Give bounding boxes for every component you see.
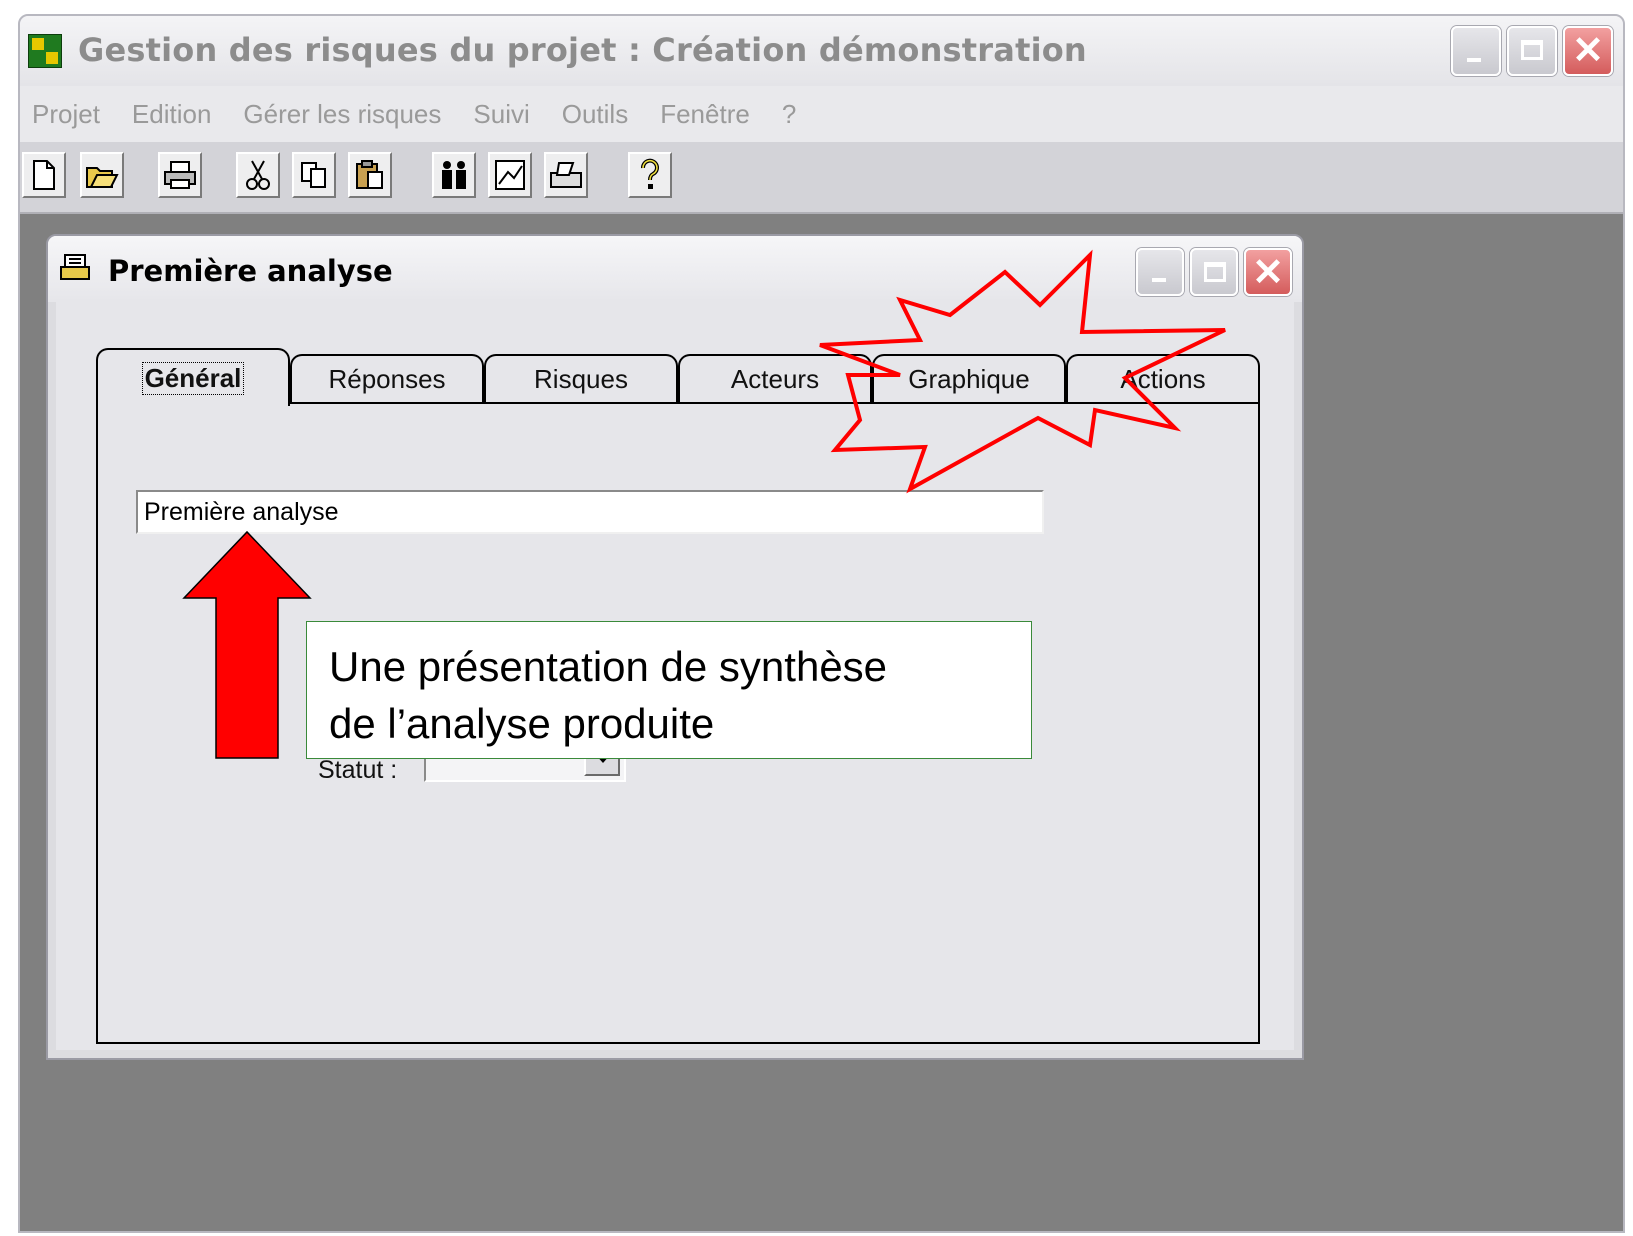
toolbar — [20, 142, 1623, 214]
chart-icon — [495, 160, 525, 190]
menu-projet[interactable]: Projet — [32, 99, 100, 130]
app-logo-icon — [28, 34, 62, 68]
menu-bar: Projet Edition Gérer les risques Suivi O… — [20, 86, 1623, 142]
menu-help[interactable]: ? — [782, 99, 796, 130]
actors-icon — [442, 161, 466, 189]
child-maximize-button[interactable] — [1190, 248, 1238, 296]
help-icon — [641, 158, 659, 189]
open-folder-icon — [86, 167, 119, 188]
paste-button[interactable] — [348, 152, 392, 198]
analysis-window-icon — [60, 254, 90, 280]
paste-icon — [356, 160, 383, 189]
report-button[interactable] — [544, 152, 588, 198]
cut-icon — [246, 160, 270, 190]
menu-fenetre[interactable]: Fenêtre — [660, 99, 750, 130]
actors-button[interactable] — [432, 152, 476, 198]
statut-label: Statut : — [318, 756, 398, 784]
close-icon: ✕ — [1252, 252, 1284, 294]
annotation-callout: Une présentation de synthèse de l’analys… — [306, 621, 1032, 759]
print-icon — [164, 161, 196, 189]
app-title-bar: Gestion des risques du projet : Création… — [20, 16, 1623, 86]
report-icon — [550, 162, 582, 188]
print-button[interactable] — [158, 152, 202, 198]
menu-suivi[interactable]: Suivi — [473, 99, 529, 130]
help-button[interactable] — [628, 152, 672, 198]
callout-line-1: Une présentation de synthèse — [329, 643, 888, 690]
new-file-button[interactable] — [22, 152, 66, 198]
maximize-button[interactable] — [1507, 26, 1557, 76]
minimize-icon — [1152, 278, 1166, 282]
copy-button[interactable] — [292, 152, 336, 198]
menu-outils[interactable]: Outils — [562, 99, 628, 130]
maximize-icon — [1521, 40, 1543, 60]
close-button[interactable]: ✕ — [1563, 26, 1613, 76]
tab-general[interactable]: Général — [96, 348, 290, 406]
tab-acteurs[interactable]: Acteurs — [678, 354, 872, 402]
app-title: Gestion des risques du projet : Création… — [78, 31, 1087, 69]
child-minimize-button[interactable] — [1136, 248, 1184, 296]
new-file-icon — [33, 160, 55, 190]
analysis-name-input[interactable] — [136, 490, 1044, 534]
minimize-button[interactable] — [1451, 26, 1501, 76]
tab-strip: Général Réponses Risques Acteurs Graphiq… — [96, 348, 1260, 406]
copy-icon — [301, 162, 326, 188]
menu-gerer-les-risques[interactable]: Gérer les risques — [243, 99, 441, 130]
callout-line-2: de l’analyse produite — [329, 700, 715, 747]
minimize-icon — [1467, 58, 1481, 62]
tab-risques[interactable]: Risques — [484, 354, 678, 402]
menu-edition[interactable]: Edition — [132, 99, 212, 130]
cut-button[interactable] — [236, 152, 280, 198]
open-folder-button[interactable] — [80, 152, 124, 198]
tab-reponses[interactable]: Réponses — [290, 354, 484, 402]
close-icon: ✕ — [1572, 30, 1604, 72]
analysis-title: Première analyse — [108, 254, 393, 288]
child-close-button[interactable]: ✕ — [1244, 248, 1292, 296]
tab-graphique[interactable]: Graphique — [872, 354, 1066, 402]
tab-actions[interactable]: Actions — [1066, 354, 1260, 402]
chart-button[interactable] — [488, 152, 532, 198]
tab-general-label: Général — [141, 361, 245, 395]
maximize-icon — [1204, 262, 1226, 282]
analysis-title-bar: Première analyse ✕ — [48, 236, 1302, 302]
